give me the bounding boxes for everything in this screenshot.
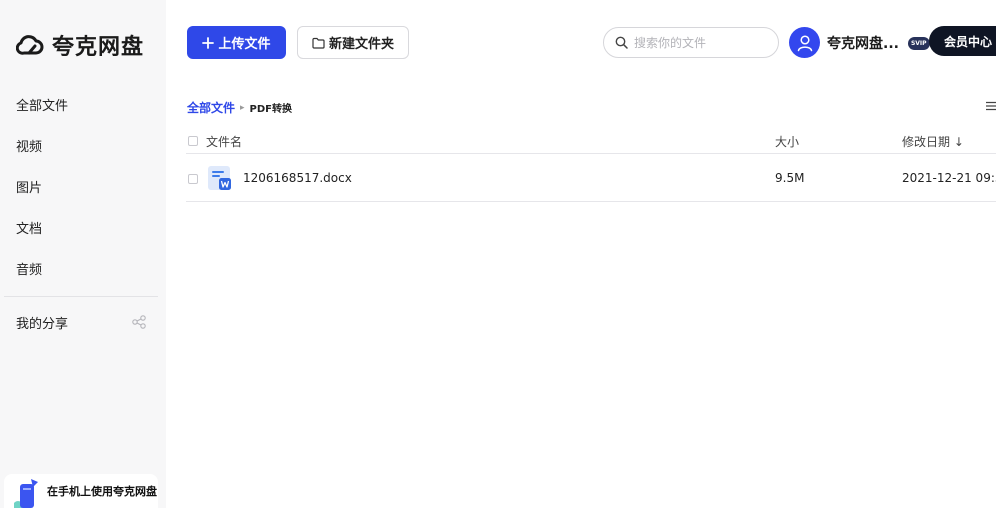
word-document-icon bbox=[208, 166, 231, 190]
sidebar-item-label: 图片 bbox=[16, 181, 43, 196]
sidebar-item-documents[interactable]: 文档 bbox=[0, 209, 166, 250]
promo-label: 在手机上使用夸克网盘 bbox=[47, 485, 157, 498]
sidebar-item-images[interactable]: 图片 bbox=[0, 168, 166, 209]
avatar[interactable] bbox=[789, 27, 820, 58]
file-date: 2021-12-21 09:3 bbox=[902, 171, 996, 185]
sidebar-item-label: 全部文件 bbox=[16, 99, 69, 114]
list-view-icon[interactable] bbox=[986, 101, 996, 111]
row-checkbox[interactable] bbox=[188, 174, 198, 184]
sidebar-item-label: 音频 bbox=[16, 263, 43, 278]
sidebar-item-video[interactable]: 视频 bbox=[0, 127, 166, 168]
sidebar-item-audio[interactable]: 音频 bbox=[0, 250, 166, 291]
top-bar: 上传文件 新建文件夹 夸克网盘... SVIP 会员中心 bbox=[166, 0, 996, 86]
file-name[interactable]: 1206168517.docx bbox=[243, 171, 352, 185]
column-header-size[interactable]: 大小 bbox=[775, 133, 799, 150]
mobile-app-promo[interactable]: 在手机上使用夸克网盘 bbox=[4, 474, 158, 508]
app-logo[interactable]: 夸克网盘 bbox=[16, 29, 144, 61]
user-icon bbox=[797, 34, 812, 51]
user-name: 夸克网盘... bbox=[827, 35, 899, 52]
search-icon bbox=[615, 36, 628, 49]
app-title: 夸克网盘 bbox=[52, 35, 145, 60]
vip-center-label: 会员中心 bbox=[944, 34, 993, 49]
folder-icon bbox=[312, 37, 325, 49]
cloud-logo-icon bbox=[16, 35, 44, 55]
sidebar-divider bbox=[4, 296, 158, 297]
new-folder-label: 新建文件夹 bbox=[328, 36, 394, 51]
search-input[interactable] bbox=[634, 35, 764, 50]
table-header: 文件名 大小 修改日期 ↓ bbox=[186, 129, 996, 154]
sidebar-item-label: 我的分享 bbox=[16, 316, 69, 332]
sidebar-item-my-share[interactable]: 我的分享 bbox=[16, 311, 146, 333]
select-all-checkbox[interactable] bbox=[188, 136, 198, 146]
user-menu[interactable]: 夸克网盘... SVIP bbox=[789, 27, 930, 58]
svip-badge: SVIP bbox=[907, 37, 930, 50]
breadcrumb-separator-icon: ▸ bbox=[240, 102, 245, 113]
breadcrumb-root[interactable]: 全部文件 bbox=[187, 99, 235, 116]
search-box[interactable] bbox=[603, 27, 779, 58]
sidebar-item-all-files[interactable]: 全部文件 bbox=[0, 86, 166, 127]
table-row[interactable]: 1206168517.docx 9.5M 2021-12-21 09:3 bbox=[186, 155, 996, 202]
sidebar-item-label: 视频 bbox=[16, 140, 43, 155]
vip-center-button[interactable]: 会员中心 bbox=[929, 26, 996, 56]
share-icon bbox=[132, 315, 146, 329]
sidebar-nav: 全部文件 视频 图片 文档 音频 bbox=[0, 86, 166, 291]
new-folder-button[interactable]: 新建文件夹 bbox=[297, 26, 409, 59]
column-header-name[interactable]: 文件名 bbox=[206, 133, 242, 150]
plus-icon bbox=[202, 36, 215, 49]
file-list-area: 全部文件 ▸ PDF转换 文件名 大小 修改日期 ↓ 1206168517.do… bbox=[166, 86, 996, 508]
sidebar: 夸克网盘 全部文件 视频 图片 文档 音频 我的分享 在手机上使用夸克网盘 bbox=[0, 0, 166, 508]
phone-icon bbox=[14, 479, 38, 508]
sidebar-item-label: 文档 bbox=[16, 222, 43, 237]
breadcrumb: 全部文件 ▸ PDF转换 bbox=[187, 99, 292, 116]
upload-file-label: 上传文件 bbox=[218, 36, 271, 51]
breadcrumb-current: PDF转换 bbox=[249, 104, 293, 115]
column-header-date[interactable]: 修改日期 ↓ bbox=[902, 133, 964, 150]
upload-file-button[interactable]: 上传文件 bbox=[187, 26, 286, 59]
file-size: 9.5M bbox=[775, 171, 805, 185]
